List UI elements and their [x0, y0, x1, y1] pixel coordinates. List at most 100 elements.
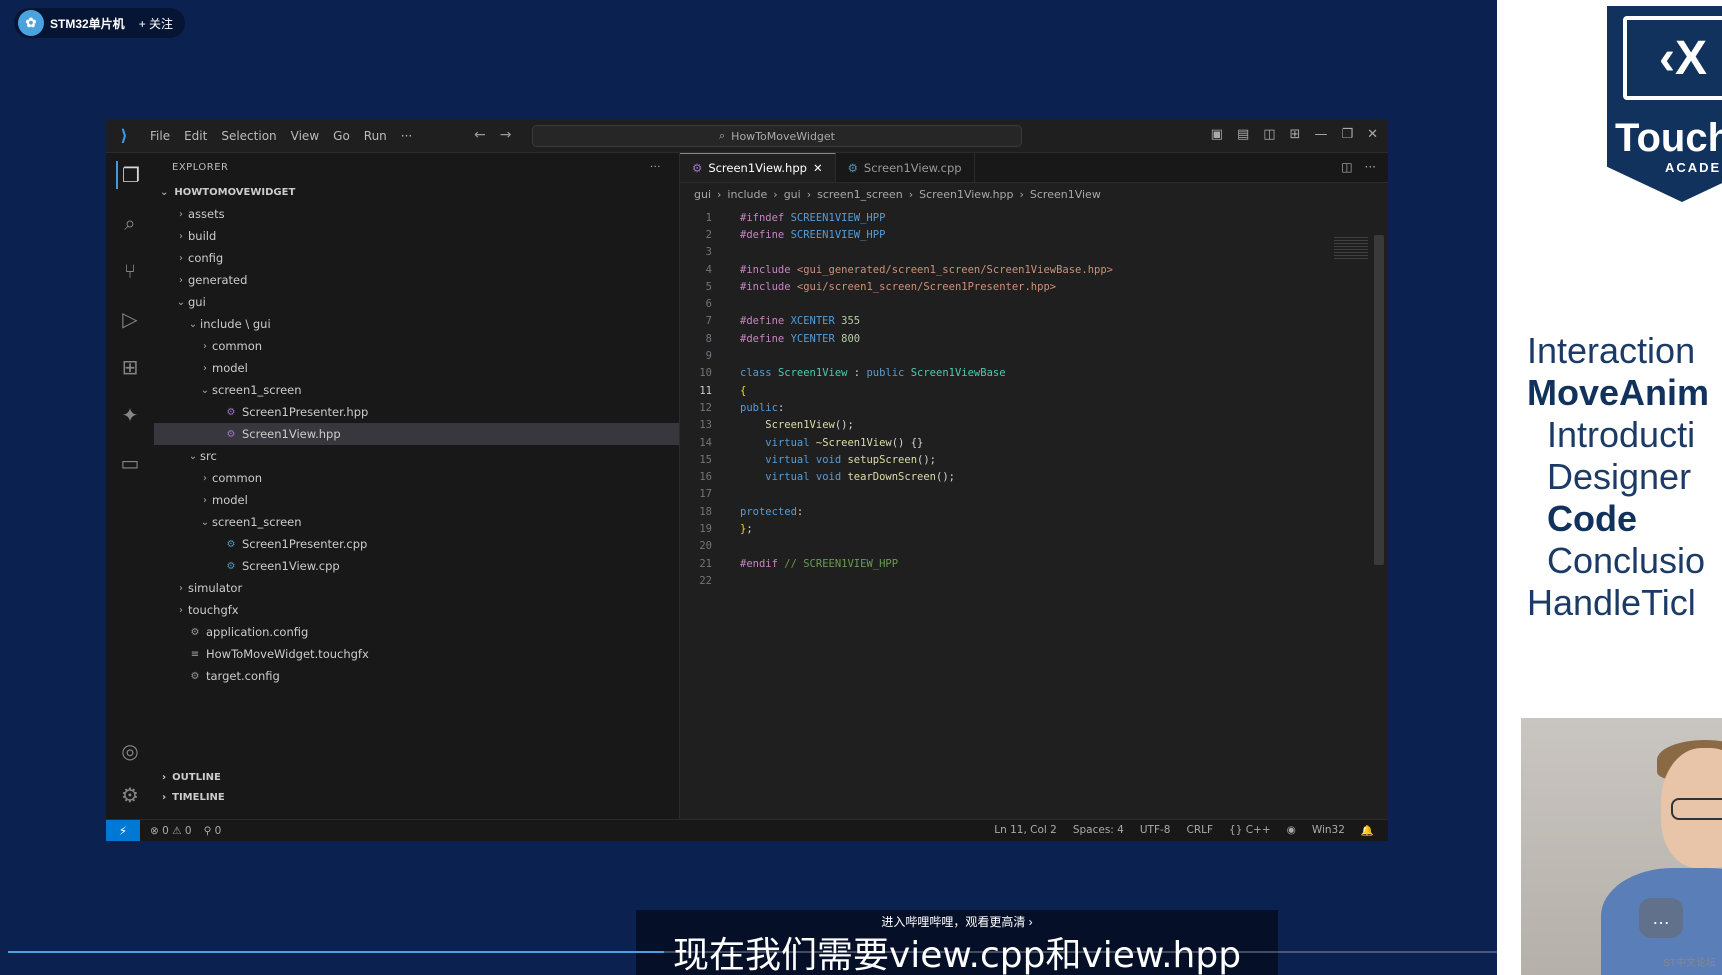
- window-control-icon[interactable]: —: [1314, 127, 1327, 142]
- tree-item[interactable]: › model: [154, 489, 679, 511]
- brand-text: Touch: [1615, 116, 1722, 160]
- breadcrumb-item[interactable]: gui: [694, 188, 711, 201]
- code-text: #endif // SCREEN1VIEW_HPP: [724, 558, 898, 570]
- code-token: #endif: [740, 557, 785, 570]
- video-progress-bar[interactable]: [8, 951, 1498, 953]
- tree-item[interactable]: ⌄ screen1_screen: [154, 511, 679, 533]
- line-number: 7: [705, 315, 712, 328]
- menu-item[interactable]: File: [150, 129, 170, 143]
- editor-tab[interactable]: ⚙ Screen1View.cpp: [836, 153, 975, 182]
- touchgfx-icon[interactable]: ✦: [116, 401, 144, 429]
- platform-status[interactable]: Win32: [1312, 824, 1345, 837]
- tree-item[interactable]: ⌄ gui: [154, 291, 679, 313]
- editor-tab[interactable]: ⚙ Screen1View.hpp ✕: [680, 153, 836, 182]
- source-control-icon[interactable]: ⑂: [116, 257, 144, 285]
- more-actions-icon[interactable]: ···: [1365, 160, 1376, 174]
- channel-badge[interactable]: ✿ STM32单片机 + 关注: [14, 8, 186, 38]
- line-number: 21: [699, 557, 712, 570]
- tree-item[interactable]: › generated: [154, 269, 679, 291]
- agenda-item: HandleTicl: [1527, 582, 1696, 623]
- close-icon[interactable]: ✕: [813, 161, 823, 175]
- window-control-icon[interactable]: ❐: [1341, 127, 1353, 142]
- outline-section[interactable]: › OUTLINE: [154, 767, 679, 787]
- window-control-icon[interactable]: ▤: [1237, 127, 1249, 142]
- tree-item[interactable]: › common: [154, 467, 679, 489]
- remote-indicator[interactable]: ⚡: [106, 819, 140, 841]
- command-center[interactable]: ⌕ HowToMoveWidget: [532, 125, 1022, 147]
- bell-icon[interactable]: 🔔: [1361, 824, 1374, 837]
- menu-item[interactable]: Edit: [184, 129, 207, 143]
- hd-hint-link[interactable]: 进入哔哩哔哩，观看更高清 ›: [636, 910, 1278, 934]
- tree-item-label: src: [200, 449, 217, 463]
- tree-item[interactable]: ⚙ Screen1View.hpp: [154, 423, 679, 445]
- breadcrumb-item[interactable]: include: [727, 188, 767, 201]
- tree-item[interactable]: ⌄ include \ gui: [154, 313, 679, 335]
- breadcrumb-item[interactable]: Screen1View: [1030, 188, 1101, 201]
- breadcrumb-item[interactable]: screen1_screen: [817, 188, 903, 201]
- breadcrumb-item[interactable]: gui: [784, 188, 801, 201]
- breadcrumb-item[interactable]: Screen1View.hpp: [919, 188, 1013, 201]
- tree-item[interactable]: ≡ HowToMoveWidget.touchgfx: [154, 643, 679, 665]
- code-line: 9: [680, 347, 1388, 364]
- forward-arrow-icon[interactable]: →: [500, 127, 512, 143]
- remote-explorer-icon[interactable]: ▭: [116, 449, 144, 477]
- code-token: #include: [740, 263, 797, 276]
- tree-item[interactable]: › touchgfx: [154, 599, 679, 621]
- tree-item[interactable]: ⌄ src: [154, 445, 679, 467]
- chevron-right-icon: ›: [179, 274, 183, 286]
- indentation-status[interactable]: Spaces: 4: [1073, 824, 1124, 837]
- tree-item[interactable]: ⚙ target.config: [154, 665, 679, 687]
- code-editor[interactable]: 1 #ifndef SCREEN1VIEW_HPP 2 #define SCREEN1…: [680, 205, 1388, 590]
- split-editor-icon[interactable]: ◫: [1341, 160, 1352, 174]
- timeline-section[interactable]: › TIMELINE: [154, 787, 679, 807]
- window-control-icon[interactable]: ✕: [1367, 127, 1378, 142]
- agenda-item: Introducti: [1547, 414, 1696, 455]
- explorer-more-button[interactable]: ···: [650, 162, 661, 173]
- extensions-icon[interactable]: ⊞: [116, 353, 144, 381]
- tree-item-label: target.config: [206, 669, 280, 683]
- gear-icon[interactable]: ⚙: [116, 781, 144, 809]
- back-arrow-icon[interactable]: ←: [474, 127, 486, 143]
- account-icon[interactable]: ◎: [116, 737, 144, 765]
- files-icon[interactable]: ❐: [116, 161, 144, 189]
- tree-item[interactable]: › model: [154, 357, 679, 379]
- menu-bar: File Edit Selection View Go Run ···: [150, 129, 412, 143]
- chat-bubble-icon[interactable]: …: [1639, 898, 1683, 938]
- tree-item[interactable]: ⚙ Screen1View.cpp: [154, 555, 679, 577]
- menu-item[interactable]: Run: [364, 129, 387, 143]
- tree-item[interactable]: ⚙ Screen1Presenter.hpp: [154, 401, 679, 423]
- chevron-down-icon: ⌄: [160, 186, 169, 198]
- chevron-right-icon: ›: [806, 187, 812, 201]
- search-icon[interactable]: ⌕: [116, 209, 144, 237]
- tree-item[interactable]: ⚙ Screen1Presenter.cpp: [154, 533, 679, 555]
- tree-item[interactable]: ⌄ screen1_screen: [154, 379, 679, 401]
- tree-item[interactable]: › assets: [154, 203, 679, 225]
- window-control-icon[interactable]: ⊞: [1290, 127, 1301, 142]
- tree-item[interactable]: › simulator: [154, 577, 679, 599]
- copilot-icon[interactable]: ◉: [1287, 824, 1296, 837]
- tree-item[interactable]: › common: [154, 335, 679, 357]
- cursor-position[interactable]: Ln 11, Col 2: [994, 824, 1057, 837]
- problems-status[interactable]: ⊗ 0 ⚠ 0: [150, 825, 192, 837]
- eol-status[interactable]: CRLF: [1186, 824, 1213, 837]
- editor-scrollbar[interactable]: [1374, 235, 1384, 565]
- tree-item[interactable]: › config: [154, 247, 679, 269]
- encoding-status[interactable]: UTF-8: [1140, 824, 1171, 837]
- menu-item[interactable]: Selection: [221, 129, 276, 143]
- ports-status[interactable]: ⚲ 0: [204, 825, 222, 837]
- run-debug-icon[interactable]: ▷: [116, 305, 144, 333]
- menu-item[interactable]: View: [291, 129, 319, 143]
- window-control-icon[interactable]: ◫: [1263, 127, 1275, 142]
- menu-item[interactable]: ···: [401, 129, 412, 143]
- tree-item[interactable]: › build: [154, 225, 679, 247]
- cpp-file-icon: ⚙: [226, 560, 236, 572]
- code-line: 3: [680, 244, 1388, 261]
- language-mode[interactable]: {} C++: [1229, 824, 1271, 837]
- code-text: virtual void tearDownScreen();: [724, 471, 955, 483]
- workspace-root[interactable]: ⌄ HOWTOMOVEWIDGET: [154, 181, 679, 203]
- window-control-icon[interactable]: ▣: [1211, 127, 1223, 142]
- menu-item[interactable]: Go: [333, 129, 350, 143]
- minimap[interactable]: [1334, 237, 1368, 261]
- tree-item[interactable]: ⚙ application.config: [154, 621, 679, 643]
- follow-button[interactable]: + 关注: [139, 15, 173, 32]
